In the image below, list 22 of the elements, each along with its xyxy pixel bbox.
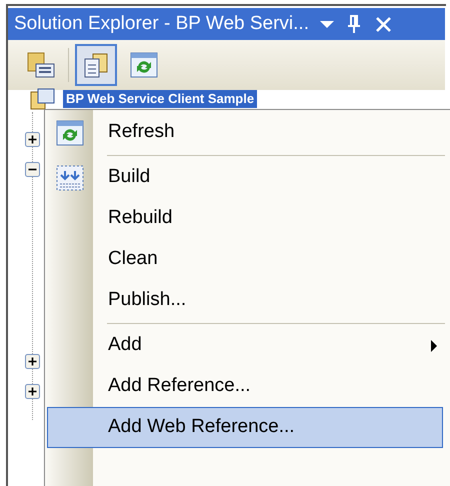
menu-item[interactable]: Refresh <box>47 112 443 153</box>
tree-node-label[interactable]: BP Web Service Client Sample <box>63 90 258 108</box>
menu-item[interactable]: Rebuild <box>47 198 443 239</box>
expand-icon[interactable] <box>25 354 40 369</box>
menu-item[interactable]: Publish... <box>47 280 443 321</box>
build-icon <box>55 162 85 192</box>
collapse-icon[interactable] <box>25 162 40 177</box>
menu-item[interactable]: Build <box>47 157 443 198</box>
menu-item[interactable]: Add Web Reference... <box>47 407 443 448</box>
expand-icon[interactable] <box>25 132 40 147</box>
folder-list-icon <box>26 50 56 80</box>
toolbar-button[interactable] <box>75 44 117 86</box>
refresh-icon <box>129 50 159 80</box>
refresh-icon <box>55 118 85 148</box>
close-icon[interactable] <box>374 16 392 32</box>
expand-icon[interactable] <box>25 384 40 399</box>
menu-item[interactable]: Add <box>47 325 443 366</box>
dropdown-icon[interactable] <box>318 19 335 29</box>
menu-item[interactable]: Add Reference... <box>47 366 443 407</box>
window-title: Solution Explorer - BP Web Servi... <box>14 12 309 36</box>
menu-item[interactable]: Clean <box>47 239 443 280</box>
pin-icon[interactable] <box>346 14 361 34</box>
